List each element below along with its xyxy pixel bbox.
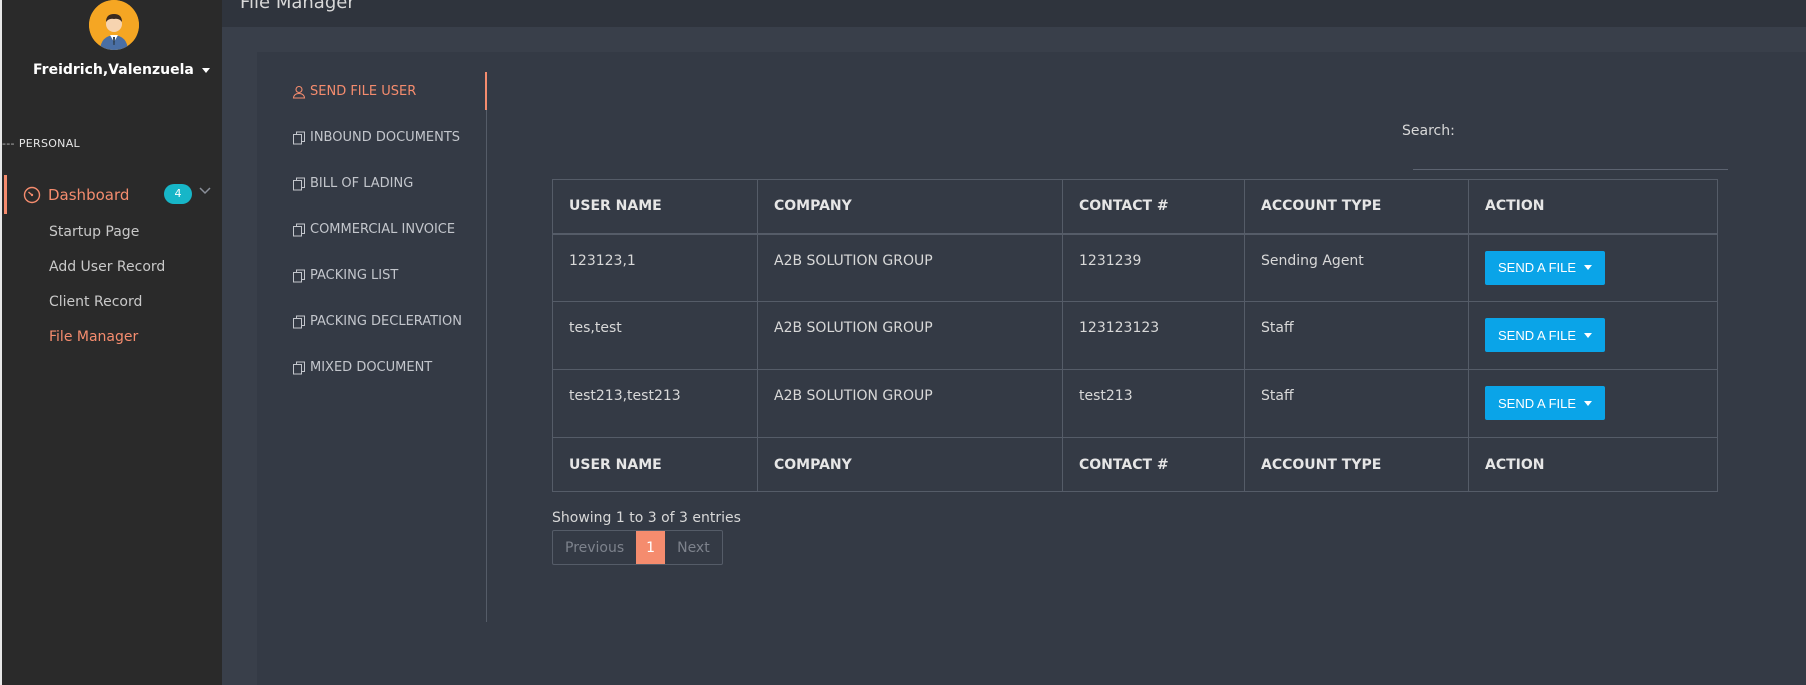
cell-contact: test213 [1062, 369, 1245, 438]
sidebar-item-startup-page[interactable]: Startup Page [49, 224, 139, 240]
cell-account-type: Staff [1244, 369, 1469, 438]
document-tabs: SEND FILE USER INBOUND DOCUMENTS BILL OF… [257, 72, 487, 622]
button-label: SEND A FILE [1498, 260, 1577, 275]
dash-decoration: --- [2, 137, 15, 150]
button-label: SEND A FILE [1498, 327, 1577, 343]
users-table: USER NAME COMPANY CONTACT # ACCOUNT TYPE… [552, 179, 1718, 492]
dashboard-gauge-icon [23, 186, 41, 203]
copy-icon [293, 269, 305, 282]
column-footer-account-type: ACCOUNT TYPE [1244, 437, 1469, 492]
tab-send-file-user[interactable]: SEND FILE USER [292, 84, 416, 99]
search-label: Search: [1402, 123, 1455, 139]
copy-icon [293, 177, 305, 190]
table-info: Showing 1 to 3 of 3 entries [552, 510, 741, 526]
table-row: 123123,1 A2B SOLUTION GROUP 1231239 Send… [552, 233, 1718, 302]
cell-action: SEND A FILE [1468, 369, 1718, 438]
chevron-down-icon[interactable] [199, 187, 211, 195]
cell-contact: 1231239 [1062, 233, 1245, 302]
sidebar-item-add-user-record[interactable]: Add User Record [49, 259, 165, 275]
copy-icon [293, 315, 305, 328]
send-a-file-button[interactable]: SEND A FILE [1485, 386, 1606, 420]
column-header-user-name[interactable]: USER NAME [552, 179, 758, 235]
top-header: File Manager [222, 0, 1806, 27]
copy-icon [293, 361, 305, 374]
column-header-action[interactable]: ACTION [1468, 179, 1718, 235]
sidebar-item-client-record[interactable]: Client Record [49, 294, 142, 310]
next-page-button[interactable]: Next [665, 531, 722, 564]
cell-company: A2B SOLUTION GROUP [757, 301, 1063, 370]
active-tab-indicator [485, 72, 487, 110]
pagination: Previous 1 Next [552, 530, 723, 565]
user-name: Freidrich,Valenzuela [33, 62, 194, 78]
caret-down-icon [201, 67, 210, 73]
notification-badge: 4 [164, 184, 192, 204]
cell-account-type: Staff [1244, 301, 1469, 370]
page-title: File Manager [240, 0, 355, 13]
search-input[interactable] [1413, 142, 1728, 170]
previous-page-button[interactable]: Previous [553, 531, 636, 564]
sidebar-item-file-manager[interactable]: File Manager [49, 329, 138, 345]
tab-bill-of-lading[interactable]: BILL OF LADING [292, 176, 413, 191]
table-header-row: USER NAME COMPANY CONTACT # ACCOUNT TYPE… [552, 179, 1718, 235]
column-footer-company: COMPANY [757, 437, 1063, 492]
copy-icon [293, 131, 305, 144]
table-footer-row: USER NAME COMPANY CONTACT # ACCOUNT TYPE… [552, 437, 1718, 492]
button-label: SEND A FILE [1498, 395, 1577, 411]
cell-company: A2B SOLUTION GROUP [757, 369, 1063, 438]
cell-user-name: tes,test [552, 301, 758, 370]
avatar[interactable] [89, 0, 139, 50]
tab-label: COMMERCIAL INVOICE [310, 222, 456, 237]
column-footer-contact: CONTACT # [1062, 437, 1245, 492]
send-a-file-button[interactable]: SEND A FILE [1485, 250, 1606, 285]
cell-account-type: Sending Agent [1244, 233, 1469, 302]
tab-packing-list[interactable]: PACKING LIST [292, 268, 398, 283]
user-icon [292, 85, 306, 99]
table-row: tes,test A2B SOLUTION GROUP 123123123 St… [552, 301, 1718, 370]
cell-contact: 123123123 [1062, 301, 1245, 370]
sidebar-item-dashboard[interactable]: Dashboard 4 [4, 175, 224, 214]
cell-company: A2B SOLUTION GROUP [757, 233, 1063, 302]
caret-down-icon [1584, 265, 1593, 270]
tab-packing-decleration[interactable]: PACKING DECLERATION [292, 314, 462, 329]
column-header-account-type[interactable]: ACCOUNT TYPE [1244, 179, 1469, 235]
user-menu[interactable]: Freidrich,Valenzuela [33, 62, 210, 78]
section-label: --- PERSONAL [2, 137, 80, 150]
column-header-company[interactable]: COMPANY [757, 179, 1063, 235]
column-footer-action: ACTION [1468, 437, 1718, 492]
cell-user-name: 123123,1 [552, 233, 758, 302]
tab-label: PACKING DECLERATION [310, 314, 462, 329]
user-avatar-icon [89, 0, 139, 50]
cell-action: SEND A FILE [1468, 233, 1718, 302]
sidebar: Freidrich,Valenzuela --- PERSONAL Dashboa… [0, 0, 222, 685]
send-a-file-button[interactable]: SEND A FILE [1485, 318, 1606, 352]
tab-label: INBOUND DOCUMENTS [310, 130, 461, 145]
tab-label: MIXED DOCUMENT [310, 360, 433, 375]
cell-action: SEND A FILE [1468, 301, 1718, 370]
page-1-button[interactable]: 1 [636, 531, 666, 564]
copy-icon [293, 223, 305, 236]
tab-inbound-documents[interactable]: INBOUND DOCUMENTS [292, 130, 460, 145]
cell-user-name: test213,test213 [552, 369, 758, 438]
caret-down-icon [1584, 332, 1593, 338]
tab-label: BILL OF LADING [310, 176, 414, 191]
caret-down-icon [1584, 400, 1593, 406]
sidebar-item-label: Dashboard [48, 185, 130, 204]
section-label-text: PERSONAL [18, 137, 80, 150]
table-row: test213,test213 A2B SOLUTION GROUP test2… [552, 369, 1718, 438]
tab-label: PACKING LIST [310, 268, 399, 283]
content-card: SEND FILE USER INBOUND DOCUMENTS BILL OF… [257, 52, 1806, 685]
column-footer-user-name: USER NAME [552, 437, 758, 492]
tab-commercial-invoice[interactable]: COMMERCIAL INVOICE [292, 222, 455, 237]
tab-mixed-document[interactable]: MIXED DOCUMENT [292, 360, 432, 375]
column-header-contact[interactable]: CONTACT # [1062, 179, 1245, 235]
tab-label: SEND FILE USER [310, 84, 417, 99]
